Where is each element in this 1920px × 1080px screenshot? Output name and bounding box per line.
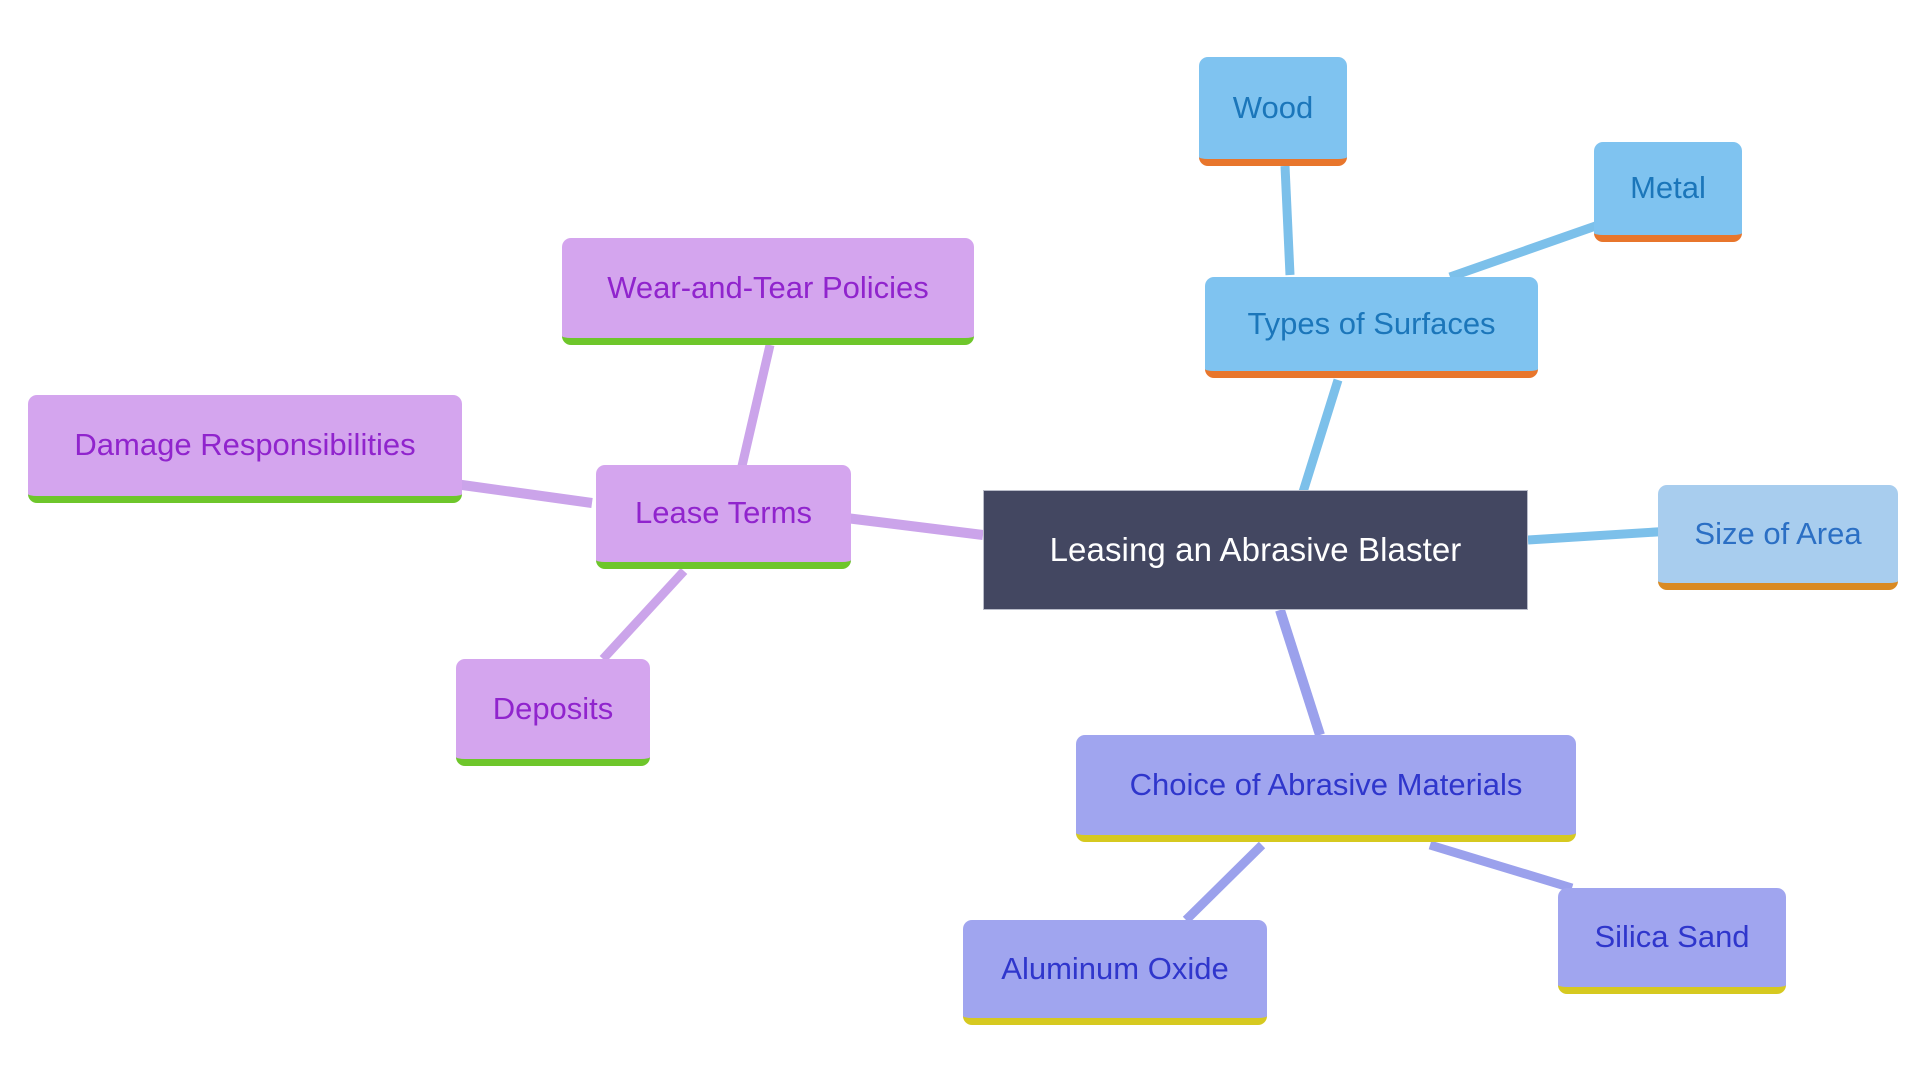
node-metal-label: Metal xyxy=(1630,170,1706,206)
node-size-of-area-label: Size of Area xyxy=(1694,515,1862,551)
edge-lease-terms-to-damage-responsibilities xyxy=(454,479,593,508)
node-damage-responsibilities[interactable]: Damage Responsibilities xyxy=(28,395,462,503)
node-damage-responsibilities-label: Damage Responsibilities xyxy=(74,427,416,463)
node-deposits[interactable]: Deposits xyxy=(456,659,650,766)
edge-types-of-surfaces-to-wood xyxy=(1280,165,1295,276)
edge-root-to-size-of-area xyxy=(1527,526,1673,545)
node-wear-and-tear-policies[interactable]: Wear-and-Tear Policies xyxy=(562,238,974,345)
node-silica-sand[interactable]: Silica Sand xyxy=(1558,888,1786,994)
node-root-label: Leasing an Abrasive Blaster xyxy=(1049,530,1462,568)
edge-root-to-choice-of-abrasive-materials xyxy=(1275,608,1325,737)
node-choice-of-abrasive-materials[interactable]: Choice of Abrasive Materials xyxy=(1076,735,1576,842)
node-size-of-area[interactable]: Size of Area xyxy=(1658,485,1898,590)
node-metal[interactable]: Metal xyxy=(1594,142,1742,242)
node-aluminum-oxide[interactable]: Aluminum Oxide xyxy=(963,920,1267,1025)
edge-choice-of-abrasive-materials-to-aluminum-oxide xyxy=(1182,841,1266,924)
node-root[interactable]: Leasing an Abrasive Blaster xyxy=(983,490,1528,610)
node-wear-and-tear-policies-label: Wear-and-Tear Policies xyxy=(607,269,929,305)
edge-choice-of-abrasive-materials-to-silica-sand xyxy=(1428,840,1574,893)
edge-lease-terms-to-wear-and-tear-policies xyxy=(737,343,775,468)
edge-types-of-surfaces-to-metal xyxy=(1448,217,1609,282)
node-choice-of-abrasive-materials-label: Choice of Abrasive Materials xyxy=(1129,766,1523,802)
node-deposits-label: Deposits xyxy=(492,690,614,726)
node-types-of-surfaces-label: Types of Surfaces xyxy=(1247,305,1496,341)
node-silica-sand-label: Silica Sand xyxy=(1594,919,1750,955)
node-types-of-surfaces[interactable]: Types of Surfaces xyxy=(1205,277,1538,378)
edge-lease-terms-to-deposits xyxy=(599,567,688,663)
node-aluminum-oxide-label: Aluminum Oxide xyxy=(1001,950,1229,986)
edge-root-to-lease-terms xyxy=(845,513,984,540)
node-lease-terms[interactable]: Lease Terms xyxy=(596,465,851,569)
node-wood-label: Wood xyxy=(1232,89,1314,125)
node-lease-terms-label: Lease Terms xyxy=(635,495,812,531)
edge-root-to-types-of-surfaces xyxy=(1298,378,1343,494)
node-wood[interactable]: Wood xyxy=(1199,57,1347,166)
mindmap-canvas: Leasing an Abrasive Blaster Types of Sur… xyxy=(0,0,1920,1080)
